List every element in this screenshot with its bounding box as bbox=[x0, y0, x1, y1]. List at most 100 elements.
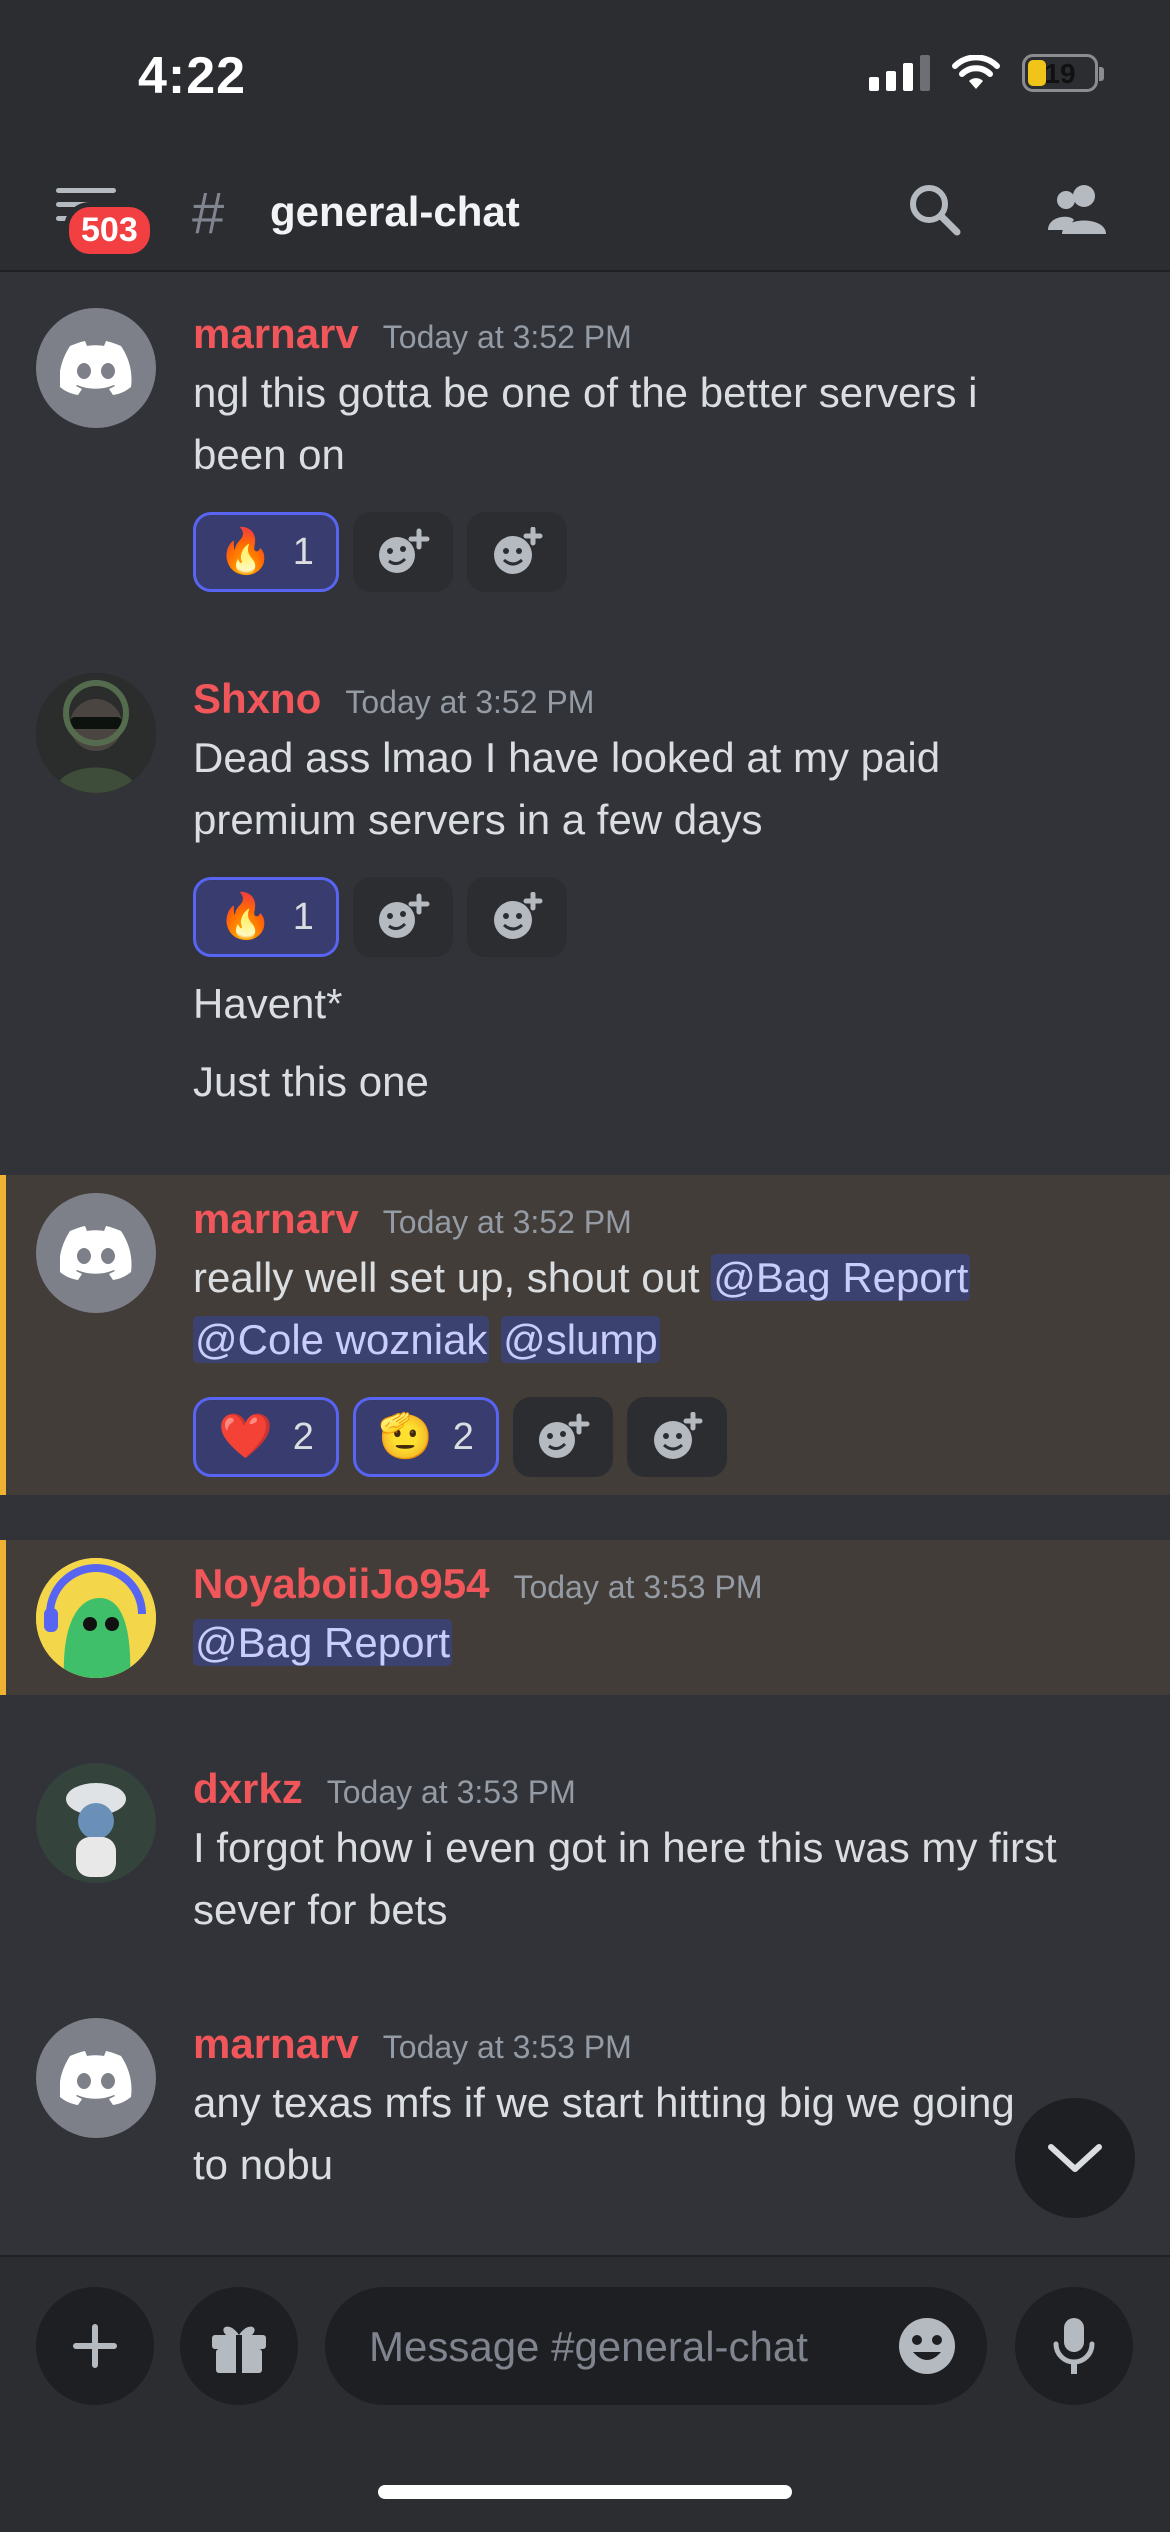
message[interactable]: marnarv Today at 3:52 PM ngl this gotta … bbox=[0, 290, 1170, 610]
add-super-reaction-icon bbox=[538, 1413, 590, 1458]
message-line: ngl this gotta be one of the better serv… bbox=[193, 369, 978, 416]
add-reaction-icon bbox=[493, 527, 543, 574]
heart-emoji-icon: ❤️ bbox=[218, 1412, 273, 1461]
avatar-image bbox=[36, 1763, 156, 1883]
message-line: to nobu bbox=[193, 2141, 334, 2188]
add-super-reaction-button[interactable] bbox=[352, 512, 453, 592]
message-line: been on bbox=[193, 431, 345, 478]
add-reaction-button[interactable] bbox=[466, 512, 567, 592]
status-bar: 4:22 19 bbox=[0, 0, 1170, 150]
username[interactable]: Shxno bbox=[193, 675, 321, 723]
discord-logo-icon bbox=[60, 341, 132, 395]
message-line: sever for bets bbox=[193, 1886, 448, 1933]
timestamp: Today at 3:53 PM bbox=[513, 1569, 763, 1605]
timestamp: Today at 3:52 PM bbox=[382, 319, 632, 355]
message-line: Dead ass lmao I have looked at my paid bbox=[193, 734, 941, 781]
avatar[interactable] bbox=[36, 2018, 156, 2138]
reaction-count: 1 bbox=[292, 895, 314, 938]
message[interactable]: marnarv Today at 3:53 PM any texas mfs i… bbox=[0, 2000, 1170, 2200]
reaction-count: 2 bbox=[452, 1415, 474, 1458]
fire-emoji-icon: 🔥 bbox=[218, 892, 273, 941]
avatar-image bbox=[36, 673, 156, 793]
unread-badge: 503 bbox=[64, 202, 155, 259]
message-text: any texas mfs if we start hitting big we… bbox=[193, 2072, 1133, 2196]
wifi-icon bbox=[952, 55, 1000, 89]
salute-emoji-icon: 🫡 bbox=[377, 1412, 433, 1461]
add-super-reaction-icon bbox=[378, 528, 430, 573]
username[interactable]: marnarv bbox=[193, 1195, 359, 1243]
timestamp: Today at 3:52 PM bbox=[345, 684, 595, 720]
voice-message-button[interactable] bbox=[1015, 2287, 1133, 2405]
add-super-reaction-button[interactable] bbox=[512, 1397, 613, 1477]
jump-to-bottom-button[interactable] bbox=[1015, 2098, 1135, 2218]
reaction-fire[interactable]: 🔥 1 bbox=[193, 512, 339, 592]
reaction-salute[interactable]: 🫡 2 bbox=[352, 1397, 499, 1477]
username[interactable]: marnarv bbox=[193, 310, 359, 358]
message-line: I forgot how i even got in here this was… bbox=[193, 1824, 1057, 1871]
message-text: I forgot how i even got in here this was… bbox=[193, 1817, 1133, 1941]
discord-logo-icon bbox=[60, 1226, 132, 1280]
reaction-count: 2 bbox=[292, 1415, 314, 1458]
avatar[interactable] bbox=[36, 308, 156, 428]
avatar[interactable] bbox=[36, 1193, 156, 1313]
clock: 4:22 bbox=[138, 47, 247, 105]
reaction-count: 1 bbox=[292, 530, 314, 573]
chevron-down-icon bbox=[1048, 2144, 1102, 2172]
user-mention[interactable]: @Cole wozniak bbox=[193, 1316, 490, 1363]
battery-icon: 19 bbox=[1022, 54, 1104, 92]
search-icon[interactable] bbox=[905, 180, 965, 240]
reaction-fire[interactable]: 🔥 1 bbox=[193, 877, 339, 957]
message-text: ngl this gotta be one of the better serv… bbox=[193, 362, 1133, 486]
message-input-container[interactable] bbox=[325, 2287, 987, 2407]
members-icon[interactable] bbox=[1046, 180, 1110, 240]
username[interactable]: dxrkz bbox=[193, 1765, 303, 1813]
message-line: Havent* bbox=[193, 980, 343, 1027]
message-line: any texas mfs if we start hitting big we… bbox=[193, 2079, 1015, 2126]
microphone-icon bbox=[1053, 2318, 1095, 2374]
add-reaction-icon bbox=[493, 892, 543, 939]
add-attachment-button[interactable] bbox=[36, 2287, 154, 2405]
discord-logo-icon bbox=[60, 2051, 132, 2105]
composer-bar bbox=[0, 2255, 1170, 2532]
avatar-image bbox=[36, 1558, 156, 1678]
emoji-picker-icon[interactable] bbox=[897, 2316, 957, 2376]
message[interactable]: Shxno Today at 3:52 PM Dead ass lmao I h… bbox=[0, 655, 1170, 1130]
message-text: Dead ass lmao I have looked at my paid p… bbox=[193, 727, 1133, 851]
user-mention[interactable]: @Bag Report bbox=[193, 1619, 453, 1666]
message-input[interactable] bbox=[367, 2287, 891, 2407]
user-mention[interactable]: @slump bbox=[501, 1316, 660, 1363]
message-text: Just this one bbox=[193, 1051, 1133, 1113]
add-super-reaction-button[interactable] bbox=[352, 877, 453, 957]
timestamp: Today at 3:53 PM bbox=[326, 1774, 576, 1810]
message-mention-highlight[interactable]: marnarv Today at 3:52 PM really well set… bbox=[0, 1175, 1170, 1495]
channel-title[interactable]: general-chat bbox=[270, 188, 520, 236]
plus-icon bbox=[73, 2324, 117, 2368]
battery-level: 19 bbox=[1044, 58, 1076, 89]
user-mention[interactable]: @Bag Report bbox=[711, 1254, 971, 1301]
message-line: Just this one bbox=[193, 1058, 429, 1105]
avatar[interactable] bbox=[36, 1763, 156, 1883]
avatar[interactable] bbox=[36, 1558, 156, 1678]
reaction-heart[interactable]: ❤️ 2 bbox=[193, 1397, 339, 1477]
username[interactable]: NoyaboiiJo954 bbox=[193, 1560, 489, 1608]
add-reaction-icon bbox=[653, 1412, 703, 1459]
timestamp: Today at 3:53 PM bbox=[382, 2029, 632, 2065]
cellular-signal-icon bbox=[869, 55, 930, 91]
add-reaction-button[interactable] bbox=[466, 877, 567, 957]
home-indicator bbox=[378, 2485, 792, 2499]
message-mention-highlight[interactable]: NoyaboiiJo954 Today at 3:53 PM @Bag Repo… bbox=[0, 1540, 1170, 1695]
message-line: premium servers in a few days bbox=[193, 796, 763, 843]
message-text: Havent* bbox=[193, 973, 1133, 1035]
message-text: @Bag Report bbox=[193, 1612, 1133, 1674]
fire-emoji-icon: 🔥 bbox=[218, 527, 273, 576]
avatar[interactable] bbox=[36, 673, 156, 793]
message-line: really well set up, shout out bbox=[193, 1254, 712, 1301]
message[interactable]: dxrkz Today at 3:53 PM I forgot how i ev… bbox=[0, 1745, 1170, 1945]
channel-hash-icon: # bbox=[192, 181, 225, 246]
add-reaction-button[interactable] bbox=[626, 1397, 727, 1477]
username[interactable]: marnarv bbox=[193, 2020, 359, 2068]
message-text: really well set up, shout out @Bag Repor… bbox=[193, 1247, 1133, 1371]
add-super-reaction-icon bbox=[378, 893, 430, 938]
gift-button[interactable] bbox=[180, 2287, 298, 2405]
gift-icon bbox=[212, 2326, 266, 2373]
